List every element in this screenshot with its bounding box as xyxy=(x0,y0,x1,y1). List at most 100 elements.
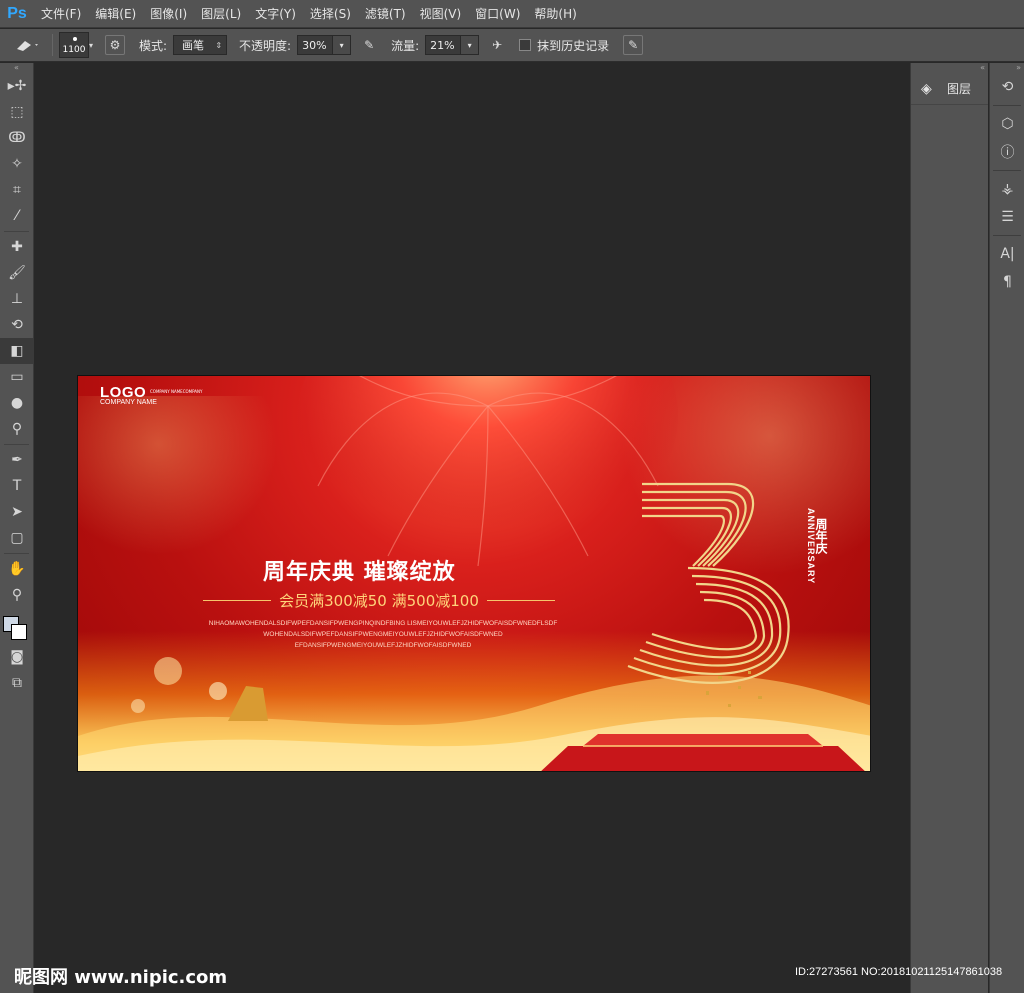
magic-wand-tool[interactable]: ✧ xyxy=(0,151,34,177)
banner-logo: LOGO COMPANY NAME COMPANY NAMECOMPANY xyxy=(100,384,202,406)
pressure-size-button[interactable]: ✎ xyxy=(623,35,644,55)
chevron-updown-icon: ⇕ xyxy=(215,40,223,50)
divider xyxy=(4,553,29,554)
menu-image[interactable]: 图像(I) xyxy=(143,0,194,28)
brush-size-value: 1100 xyxy=(62,45,86,55)
brush-panel-icon: ⚙ xyxy=(109,38,121,52)
layers-label: 图层 xyxy=(947,82,972,96)
bandage-icon: ✚ xyxy=(11,239,23,255)
paragraph-panel-button[interactable]: ¶ xyxy=(990,268,1024,296)
eyedropper-icon: ⁄ xyxy=(15,208,19,224)
brush-tool[interactable]: 🖌︎ xyxy=(0,260,34,286)
opacity-dropdown-arrow[interactable]: ▾ xyxy=(333,35,352,55)
menu-filter[interactable]: 滤镜(T) xyxy=(358,0,413,28)
flow-dropdown-arrow[interactable]: ▾ xyxy=(461,35,480,55)
menu-layer[interactable]: 图层(L) xyxy=(194,0,248,28)
lasso-tool[interactable]: ↂ xyxy=(0,125,34,151)
stamp-icon: ⊥ xyxy=(10,291,24,307)
expand-arrows-icon[interactable]: » xyxy=(990,63,1024,73)
quick-mask-button[interactable]: ◙ xyxy=(0,644,34,670)
brush-dot-icon xyxy=(73,37,77,41)
dodge-icon: ⚲ xyxy=(11,421,23,437)
type-tool[interactable]: T xyxy=(0,473,34,499)
brush-size-picker[interactable]: 1100 xyxy=(59,32,89,58)
opacity-input[interactable]: 30% xyxy=(297,35,334,55)
adjustments-panel-button[interactable]: ☰ xyxy=(990,203,1024,231)
divider xyxy=(4,231,29,232)
menu-type[interactable]: 文字(Y) xyxy=(248,0,303,28)
screen-mode-button[interactable]: ⧉ xyxy=(0,670,34,696)
menu-view[interactable]: 视图(V) xyxy=(413,0,469,28)
brush-dropdown-arrow[interactable]: ▾ xyxy=(89,32,97,58)
eyedropper-tool[interactable]: ⁄ xyxy=(0,203,34,229)
offer-row: 会员满300减50 满500减100 xyxy=(203,590,555,611)
menu-window[interactable]: 窗口(W) xyxy=(468,0,527,28)
flow-label: 流量: xyxy=(391,38,420,53)
filler-line: WOHENDALSDIFWPEFDANSIFPWENGMEIYOUWLEFJZH… xyxy=(263,631,503,638)
divider xyxy=(203,600,272,601)
hand-tool[interactable]: ✋ xyxy=(0,556,34,582)
collapse-arrows-icon[interactable]: « xyxy=(911,63,988,73)
shape-tool[interactable]: ▢ xyxy=(0,525,34,551)
clone-stamp-tool[interactable]: ⊥ xyxy=(0,286,34,312)
collapse-arrows-icon[interactable]: « xyxy=(0,63,33,73)
filler-line: EFDANSIFPWENGMEIYOUWLEFJZHIDFWOFAISDFWNE… xyxy=(294,642,472,649)
healing-brush-tool[interactable]: ✚ xyxy=(0,234,34,260)
menu-edit[interactable]: 编辑(E) xyxy=(88,0,143,28)
history-panel-button[interactable]: ⟲ xyxy=(990,73,1024,101)
cube-icon: ⬡ xyxy=(1001,116,1014,132)
magic-wand-icon: ✧ xyxy=(11,156,23,172)
mode-value: 画笔 xyxy=(182,39,205,52)
divider xyxy=(486,600,555,601)
panel-icon-dock: » ⟲ ⬡ ⓘ ⚶ ☰ A| ¶ xyxy=(989,63,1024,993)
pressure-opacity-button[interactable]: ✎ xyxy=(359,35,379,55)
layers-tab[interactable]: ◈ 图层 xyxy=(911,73,988,105)
history-brush-tool[interactable]: ⟲ xyxy=(0,312,34,338)
move-tool[interactable]: ▸✢ xyxy=(0,73,34,99)
menu-help[interactable]: 帮助(H) xyxy=(527,0,583,28)
brush-panel-toggle-button[interactable]: ⚙ xyxy=(105,35,125,55)
marquee-tool[interactable]: ⬚ xyxy=(0,99,34,125)
eraser-tool[interactable]: ◧ xyxy=(0,338,34,364)
brush-icon: 🖌︎ xyxy=(8,265,26,281)
hand-icon: ✋ xyxy=(8,561,26,577)
screen-mode-icon: ⧉ xyxy=(12,675,22,691)
dodge-tool[interactable]: ⚲ xyxy=(0,416,34,442)
erase-history-checkbox[interactable] xyxy=(519,39,532,51)
airbrush-button[interactable]: ✈ xyxy=(487,35,507,55)
background-color-swatch[interactable] xyxy=(11,624,27,640)
info-icon: ⓘ xyxy=(1000,145,1015,161)
number-three-graphic xyxy=(627,482,790,707)
zoom-tool[interactable]: ⚲ xyxy=(0,582,34,608)
move-icon: ▸✢ xyxy=(7,78,27,94)
gradient-tool[interactable]: ▭ xyxy=(0,364,34,390)
crop-tool[interactable]: ⌗ xyxy=(0,177,34,203)
path-selection-tool[interactable]: ➤ xyxy=(0,499,34,525)
tool-preset-picker[interactable] xyxy=(6,33,46,57)
color-swatches[interactable] xyxy=(0,608,34,644)
gold-sparkle-left xyxy=(78,396,278,556)
mode-label: 模式: xyxy=(139,38,168,53)
pressure-size-icon: ✎ xyxy=(628,38,639,52)
3d-panel-button[interactable]: ⬡ xyxy=(990,110,1024,138)
menu-select[interactable]: 选择(S) xyxy=(303,0,358,28)
blur-tool[interactable]: ● xyxy=(0,390,34,416)
brush-icon: ⚶ xyxy=(1001,181,1014,197)
menu-file[interactable]: 文件(F) xyxy=(34,0,88,28)
character-panel-button[interactable]: A| xyxy=(990,240,1024,268)
airbrush-icon: ✈ xyxy=(492,38,503,52)
brush-panel-button[interactable]: ⚶ xyxy=(990,175,1024,203)
mode-select[interactable]: 画笔 ⇕ xyxy=(173,35,228,55)
eraser-icon xyxy=(17,41,38,51)
info-panel-button[interactable]: ⓘ xyxy=(990,138,1024,166)
divider xyxy=(993,170,1021,171)
marquee-icon: ⬚ xyxy=(10,104,24,120)
red-stage-graphic xyxy=(541,734,865,771)
magnifier-icon: ⚲ xyxy=(11,587,23,603)
crop-icon: ⌗ xyxy=(13,182,21,198)
pen-tool[interactable]: ✒ xyxy=(0,447,34,473)
banner-headline: 周年庆典 璀璨绽放 xyxy=(263,560,456,585)
divider xyxy=(993,105,1021,106)
flow-input[interactable]: 21% xyxy=(425,35,462,55)
document-canvas[interactable]: LOGO COMPANY NAME COMPANY NAMECOMPANY 周年… xyxy=(77,375,871,772)
